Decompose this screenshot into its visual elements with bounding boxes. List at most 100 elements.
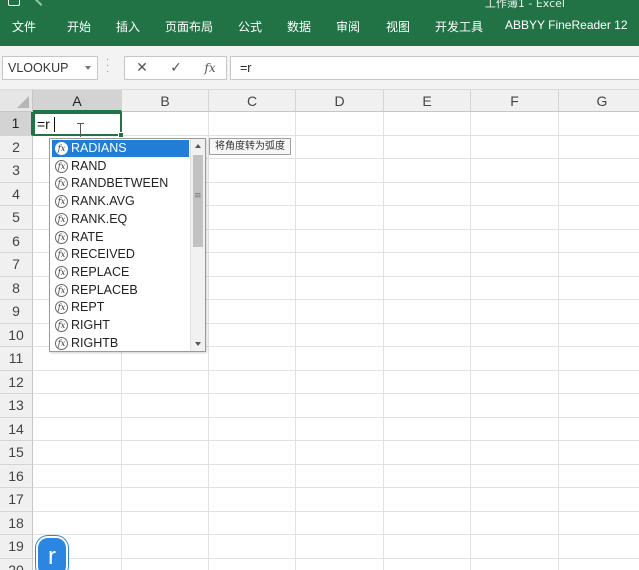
column-header-c[interactable]: C <box>209 90 296 112</box>
ribbon-tabs: 文件 开始 插入 页面布局 公式 数据 审阅 视图 开发工具 ABBYY Fin… <box>0 10 639 46</box>
autocomplete-item-label: RANK.AVG <box>71 194 135 209</box>
row-header-14[interactable]: 14 <box>0 417 33 441</box>
row-header-10[interactable]: 10 <box>0 323 33 347</box>
row-header-16[interactable]: 16 <box>0 464 33 488</box>
tab-file[interactable]: 文件 <box>12 18 36 35</box>
autocomplete-item[interactable]: fx RAND <box>52 158 189 175</box>
function-icon: fx <box>55 248 68 262</box>
formula-bar: VLOOKUP · · · ✕ ✓ fx =r <box>0 46 639 90</box>
row-gridline <box>33 463 639 465</box>
tab-data[interactable]: 数据 <box>287 18 311 35</box>
tab-review[interactable]: 审阅 <box>336 18 360 35</box>
active-cell-text: =r <box>37 116 50 132</box>
insert-function-icon[interactable]: fx <box>201 60 219 76</box>
select-all-button[interactable] <box>0 90 33 112</box>
function-icon: fx <box>55 336 68 350</box>
tab-formulas[interactable]: 公式 <box>238 18 262 35</box>
formula-input[interactable]: =r <box>230 56 639 80</box>
autocomplete-item-label: RATE <box>71 229 104 244</box>
chevron-down-icon[interactable] <box>85 66 91 70</box>
enter-icon[interactable]: ✓ <box>167 60 185 76</box>
autocomplete-item[interactable]: fx RIGHTB <box>52 335 189 352</box>
autocomplete-item[interactable]: fx RANK.AVG <box>52 193 189 210</box>
row-header-5[interactable]: 5 <box>0 206 33 230</box>
row-gridline <box>33 440 639 441</box>
function-tooltip: 将角度转为弧度 <box>209 138 291 155</box>
row-header-19[interactable]: 19 <box>0 535 33 559</box>
row-header-17[interactable]: 17 <box>0 488 33 512</box>
function-icon: fx <box>55 265 68 279</box>
row-header-1[interactable]: 1 <box>0 112 33 136</box>
function-autocomplete-list[interactable]: fx RADIANS fx RAND fx RANDBETWEEN fx RANK.AVG fx… <box>49 138 206 352</box>
autocomplete-item[interactable]: fx RADIANS <box>52 140 189 157</box>
row-gridline <box>33 416 639 418</box>
row-gridline <box>33 534 639 535</box>
tab-page-layout[interactable]: 页面布局 <box>165 18 213 35</box>
column-header-b[interactable]: B <box>122 90 209 112</box>
row-header-18[interactable]: 18 <box>0 511 33 535</box>
row-header-9[interactable]: 9 <box>0 300 33 324</box>
column-header-e[interactable]: E <box>384 90 471 112</box>
row-header-4[interactable]: 4 <box>0 182 33 206</box>
row-header-6[interactable]: 6 <box>0 229 33 253</box>
cancel-icon[interactable]: ✕ <box>133 60 151 76</box>
select-all-icon <box>17 96 29 108</box>
autocomplete-item-label: REPLACEB <box>71 282 138 297</box>
tab-abbyy-finereader[interactable]: ABBYY FineReader 12 <box>505 18 628 32</box>
column-gridline <box>295 112 296 570</box>
row-gridline <box>33 557 639 559</box>
autocomplete-item-label: RIGHT <box>71 318 110 332</box>
function-icon: fx <box>55 212 68 226</box>
row-header-11[interactable]: 11 <box>0 347 33 371</box>
autocomplete-item[interactable]: fx REPLACE <box>52 264 189 281</box>
column-gridline <box>558 112 559 570</box>
autocomplete-item[interactable]: fx REPT <box>52 299 189 316</box>
tab-developer[interactable]: 开发工具 <box>435 18 483 35</box>
row-header-15[interactable]: 15 <box>0 441 33 465</box>
column-header-g[interactable]: G <box>559 90 639 112</box>
title-bar: 工作簿1 - Excel <box>0 0 639 10</box>
column-gridline <box>383 112 384 570</box>
window-title: 工作簿1 - Excel <box>484 0 565 10</box>
autocomplete-item[interactable]: fx REPLACEB <box>52 282 189 299</box>
undo-icon[interactable] <box>33 0 49 7</box>
autocomplete-item[interactable]: fx RATE <box>52 229 189 246</box>
row-header-20[interactable]: 20 <box>0 558 33 570</box>
column-header-a[interactable]: A <box>33 90 122 112</box>
save-icon[interactable] <box>8 0 20 6</box>
autocomplete-item-label: REPLACE <box>71 264 130 279</box>
autocomplete-item-label: RAND <box>71 158 107 173</box>
autocomplete-item[interactable]: fx RIGHT <box>52 317 189 334</box>
text-cursor <box>54 117 55 132</box>
autocomplete-item[interactable]: fx RECEIVED <box>52 246 189 263</box>
row-header-12[interactable]: 12 <box>0 370 33 394</box>
column-header-f[interactable]: F <box>471 90 559 112</box>
tab-insert[interactable]: 插入 <box>116 18 140 35</box>
scroll-down-icon[interactable] <box>191 337 205 351</box>
name-box[interactable]: VLOOKUP <box>2 56 98 80</box>
row-header-8[interactable]: 8 <box>0 276 33 300</box>
column-gridline <box>208 112 209 570</box>
function-icon: fx <box>55 230 68 244</box>
function-icon: fx <box>55 177 68 191</box>
autocomplete-item[interactable]: fx RANDBETWEEN <box>52 175 189 192</box>
scrollbar-thumb[interactable] <box>193 155 203 247</box>
function-icon: fx <box>55 283 68 297</box>
autocomplete-scrollbar[interactable] <box>190 139 205 351</box>
row-gridline <box>33 510 639 512</box>
row-header-3[interactable]: 3 <box>0 159 33 183</box>
keystroke-badge: r <box>36 536 68 570</box>
tab-view[interactable]: 视图 <box>386 18 410 35</box>
column-header-d[interactable]: D <box>296 90 384 112</box>
row-header-13[interactable]: 13 <box>0 394 33 418</box>
function-icon: fx <box>55 319 68 332</box>
autocomplete-item[interactable]: fx RANK.EQ <box>52 211 189 228</box>
row-header-7[interactable]: 7 <box>0 253 33 277</box>
autocomplete-item-label: RADIANS <box>71 141 127 155</box>
row-gridline <box>33 393 639 394</box>
tab-home[interactable]: 开始 <box>67 18 91 35</box>
formula-buttons: ✕ ✓ fx <box>124 56 227 80</box>
row-header-2[interactable]: 2 <box>0 135 33 159</box>
scroll-up-icon[interactable] <box>191 139 205 153</box>
autocomplete-item-label: RIGHTB <box>71 335 119 350</box>
